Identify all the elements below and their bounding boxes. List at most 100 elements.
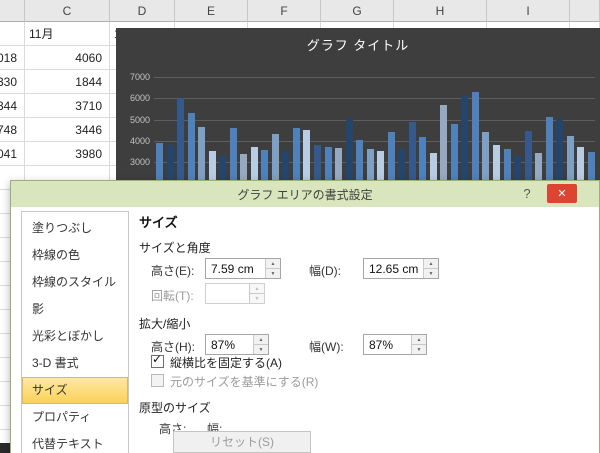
scale-width-label: 幅(W): xyxy=(309,338,344,355)
spin-down-icon[interactable]: ▼ xyxy=(424,269,438,278)
spin-down-icon[interactable]: ▼ xyxy=(412,345,426,354)
width-value[interactable]: 12.65 cm xyxy=(369,262,418,276)
column-header-row: CDEFGHI xyxy=(0,0,600,22)
chart-bar[interactable] xyxy=(367,149,374,180)
scale-width-value[interactable]: 87% xyxy=(369,338,393,352)
scale-height-value[interactable]: 87% xyxy=(211,338,235,352)
chart-bar[interactable] xyxy=(419,137,426,180)
scale-width-spinner[interactable]: 87% ▲▼ xyxy=(363,334,427,355)
column-header[interactable] xyxy=(0,0,25,22)
column-header[interactable] xyxy=(570,0,600,22)
chart-bar[interactable] xyxy=(440,105,447,180)
chart-bar[interactable] xyxy=(514,156,521,180)
chart-bar[interactable] xyxy=(409,122,416,180)
chart-bar[interactable] xyxy=(356,140,363,180)
chart-bar[interactable] xyxy=(198,127,205,180)
column-header-C[interactable]: C xyxy=(25,0,110,22)
spinner-arrows: ▲▼ xyxy=(265,259,280,278)
cell[interactable]: 3446 xyxy=(25,118,110,142)
cell[interactable]: 041 xyxy=(0,142,25,166)
spin-up-icon[interactable]: ▲ xyxy=(424,259,438,269)
chart-bar[interactable] xyxy=(398,149,405,180)
chart-bar[interactable] xyxy=(482,132,489,180)
column-header-D[interactable]: D xyxy=(110,0,175,22)
spin-up-icon[interactable]: ▲ xyxy=(266,259,280,269)
chart-bar[interactable] xyxy=(567,136,574,180)
chart-bar[interactable] xyxy=(156,143,163,180)
y-axis-tick-label[interactable]: 6000 xyxy=(118,93,150,103)
chart-bar[interactable] xyxy=(556,120,563,180)
chart-bar[interactable] xyxy=(188,113,195,180)
column-header-H[interactable]: H xyxy=(394,0,487,22)
chart-bar[interactable] xyxy=(377,151,384,180)
chart-bar[interactable] xyxy=(504,149,511,180)
chart-bar[interactable] xyxy=(335,148,342,180)
cell[interactable]: 3710 xyxy=(25,94,110,118)
cell[interactable]: 748 xyxy=(0,118,25,142)
chart-bar[interactable] xyxy=(167,145,174,180)
lock-aspect-label[interactable]: 縦横比を固定する(A) xyxy=(170,354,282,371)
column-header-E[interactable]: E xyxy=(175,0,248,22)
column-header-G[interactable]: G xyxy=(321,0,394,22)
cell[interactable]: 1844 xyxy=(25,70,110,94)
chart-bar[interactable] xyxy=(240,154,247,180)
chart-title[interactable]: グラフ タイトル xyxy=(116,35,600,54)
chart-bar[interactable] xyxy=(388,132,395,180)
chart-bar[interactable] xyxy=(293,128,300,180)
reset-button: リセット(S) xyxy=(173,431,311,453)
cell[interactable]: 3980 xyxy=(25,142,110,166)
chart-bar[interactable] xyxy=(282,151,289,180)
chart-bar[interactable] xyxy=(325,147,332,180)
chart-bar[interactable] xyxy=(303,130,310,180)
chart-bar[interactable] xyxy=(535,153,542,180)
chart-bar[interactable] xyxy=(230,128,237,180)
spinner-arrows: ▲▼ xyxy=(249,284,264,303)
width-spinner[interactable]: 12.65 cm ▲▼ xyxy=(363,258,439,279)
height-value[interactable]: 7.59 cm xyxy=(211,262,254,276)
lock-aspect-checkbox[interactable]: ✓ xyxy=(151,355,164,368)
chart-bar[interactable] xyxy=(461,96,468,180)
chart-bar[interactable] xyxy=(219,156,226,180)
chart-bar[interactable] xyxy=(588,152,595,180)
cell[interactable]: 344 xyxy=(0,94,25,118)
cell[interactable]: 11月 xyxy=(25,22,110,46)
cell[interactable] xyxy=(0,22,25,46)
chart-bar[interactable] xyxy=(272,134,279,180)
chart-bar[interactable] xyxy=(430,153,437,180)
size-panel: サイズ サイズと角度 高さ(E): 7.59 cm ▲▼ 幅(D): 12.65… xyxy=(11,181,599,453)
spin-up-icon[interactable]: ▲ xyxy=(254,335,268,345)
chart-bar[interactable] xyxy=(525,131,532,180)
y-axis-tick-label[interactable]: 5000 xyxy=(118,115,150,125)
spin-down-icon[interactable]: ▼ xyxy=(266,269,280,278)
chart-bar[interactable] xyxy=(451,124,458,180)
chart-bar[interactable] xyxy=(177,98,184,180)
chart-bar[interactable] xyxy=(577,147,584,180)
rotation-spinner: ▲▼ xyxy=(205,283,265,304)
spinner-arrows: ▲▼ xyxy=(253,335,268,354)
chart-area[interactable]: グラフ タイトル 7000 6000 5000 4000 3000 xyxy=(116,28,600,180)
y-axis-tick-label[interactable]: 4000 xyxy=(118,136,150,146)
scale-height-spinner[interactable]: 87% ▲▼ xyxy=(205,334,269,355)
cell[interactable]: 330 xyxy=(0,70,25,94)
y-axis-tick-label[interactable]: 3000 xyxy=(118,157,150,167)
chart-bar[interactable] xyxy=(493,145,500,180)
chart-bar[interactable] xyxy=(261,150,268,180)
rotation-label: 回転(T): xyxy=(151,287,194,304)
cell[interactable]: 018 xyxy=(0,46,25,70)
column-header-I[interactable]: I xyxy=(487,0,570,22)
spin-up-icon[interactable]: ▲ xyxy=(412,335,426,345)
column-header-F[interactable]: F xyxy=(248,0,321,22)
height-spinner[interactable]: 7.59 cm ▲▼ xyxy=(205,258,281,279)
original-size-section-label: 原型のサイズ xyxy=(139,399,211,416)
chart-bar[interactable] xyxy=(251,147,258,180)
cell[interactable]: 4060 xyxy=(25,46,110,70)
chart-bar[interactable] xyxy=(346,119,353,180)
y-axis-tick-label[interactable]: 7000 xyxy=(118,72,150,82)
chart-bar[interactable] xyxy=(314,145,321,180)
chart-bar[interactable] xyxy=(546,117,553,180)
chart-bar[interactable] xyxy=(472,92,479,180)
scale-section-label: 拡大/縮小 xyxy=(139,315,190,332)
spin-down-icon[interactable]: ▼ xyxy=(254,345,268,354)
check-icon: ✓ xyxy=(152,352,162,366)
chart-bar[interactable] xyxy=(209,151,216,180)
